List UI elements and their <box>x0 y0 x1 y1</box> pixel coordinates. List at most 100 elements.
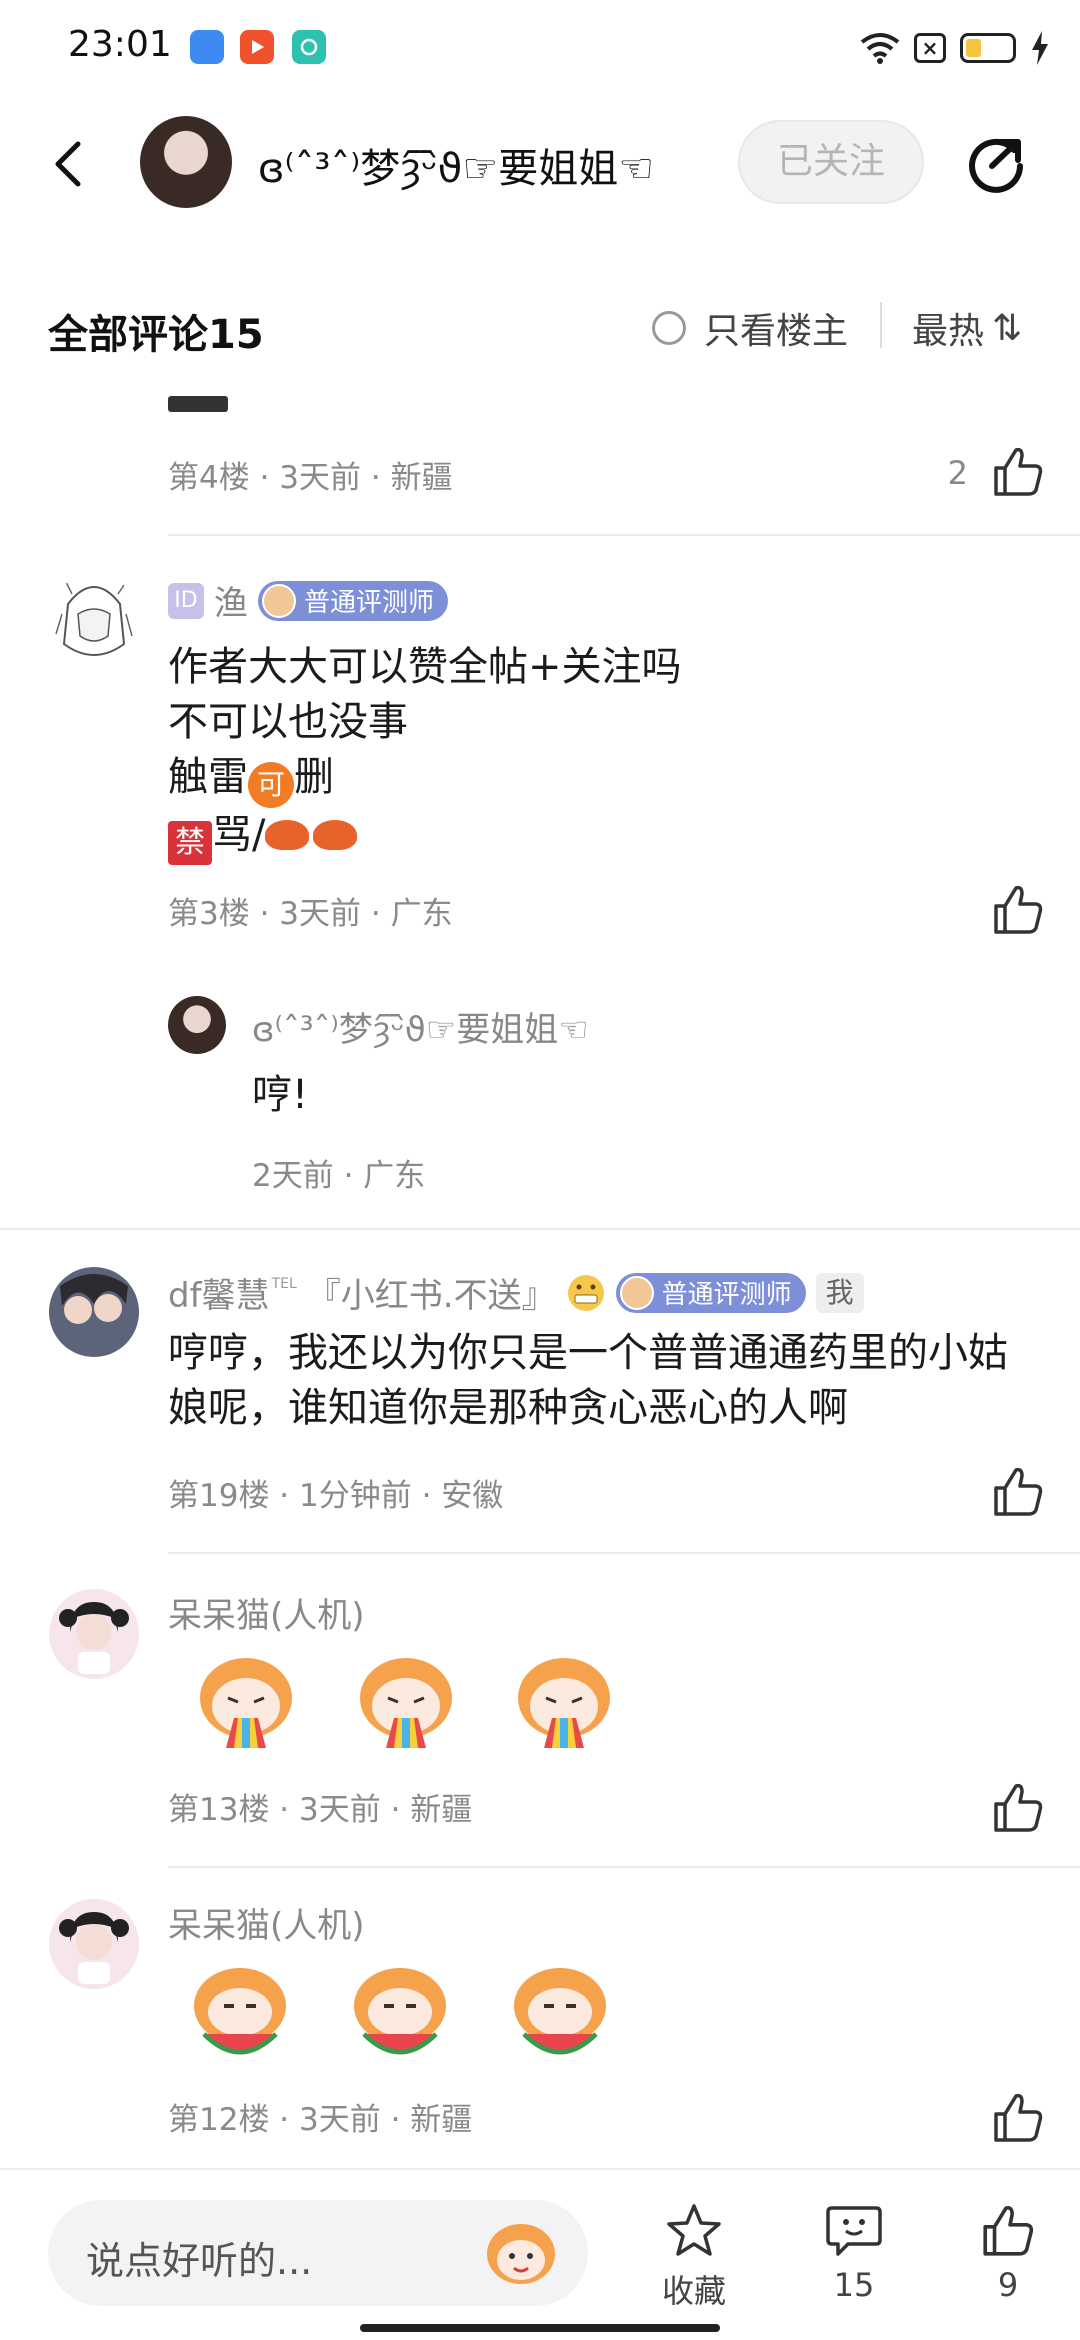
favorite-button[interactable]: 收藏 <box>644 2202 744 2312</box>
crab-emoji-icon <box>313 820 358 850</box>
like-count[interactable]: 9 <box>958 2266 1058 2304</box>
follow-button[interactable]: 已关注 <box>738 120 924 204</box>
comment-text: 触雷 <box>168 754 248 800</box>
battery-icon <box>960 33 1016 63</box>
sort-button[interactable]: 最热 ⇅ <box>912 302 1022 354</box>
comment-text: 骂/ <box>212 812 266 858</box>
user-avatar[interactable] <box>48 574 140 666</box>
comment-meta: 第3楼 · 3天前 · 广东 <box>168 896 453 932</box>
status-indicators: × <box>860 28 1050 68</box>
comment-item: ID 渔 普通评测师 作者大大可以赞全帖+关注吗 不可以也没事 触雷可删 禁骂/… <box>0 560 1080 960</box>
like-count: 2 <box>947 454 968 492</box>
divider <box>168 1866 1080 1868</box>
divider <box>168 1552 1080 1554</box>
sort-icon[interactable]: ⇅ <box>992 308 1022 349</box>
comment-meta: 第4楼 · 3天前 · 新疆 <box>168 460 453 496</box>
divider <box>0 1228 1080 1230</box>
sim-off-icon: × <box>914 33 946 63</box>
comment-meta: 第19楼 · 1分钟前 · 安徽 <box>168 1478 504 1514</box>
user-title: 『小红书.不送』 <box>306 1276 556 1316</box>
comment-line: 作者大大可以赞全帖+关注吗 <box>168 644 682 690</box>
comment-line: 不可以也没事 <box>168 699 408 745</box>
comment-header: df馨慧 TEL 『小红书.不送』 普通评测师 我 <box>168 1268 864 1317</box>
comment-header: 呆呆猫(人机) <box>168 1588 365 1637</box>
comment-header: ɞ⁽ˆ³ˆ⁾梦ȝ᷇ᵕ᷆ϑ☞要姐姐☜ <box>252 1002 589 1051</box>
comment-header: ID 渔 普通评测师 <box>168 576 449 625</box>
id-badge: ID <box>168 582 204 619</box>
comment-header: 呆呆猫(人机) <box>168 1898 365 1947</box>
comment-body: 哼! <box>252 1072 309 1118</box>
video-app-icon <box>240 30 274 64</box>
username[interactable]: 呆呆猫(人机) <box>168 1588 365 1637</box>
thumbs-up-icon[interactable] <box>990 444 1046 500</box>
charging-icon <box>1032 31 1048 65</box>
radio-icon[interactable] <box>652 311 686 345</box>
rainbow-vomit-sticker <box>518 1658 610 1748</box>
status-bar: 23:01 × <box>0 0 1080 96</box>
author-avatar[interactable] <box>140 116 232 208</box>
username[interactable]: ɞ⁽ˆ³ˆ⁾梦ȝ᷇ᵕ᷆ϑ☞要姐姐☜ <box>252 1002 589 1051</box>
user-avatar[interactable] <box>48 1898 140 1990</box>
comment-button[interactable]: 15 <box>804 2202 904 2304</box>
comment-input-placeholder[interactable]: 说点好听的... <box>86 2230 312 2285</box>
username[interactable]: 呆呆猫(人机) <box>168 1898 365 1947</box>
emoji-sticker-icon[interactable] <box>484 2218 558 2288</box>
comment-meta: 第13楼 · 3天前 · 新疆 <box>168 1792 473 1828</box>
wifi-icon <box>860 33 900 64</box>
rainbow-vomit-sticker <box>200 1658 292 1748</box>
app-notification-icon <box>190 30 224 64</box>
user-avatar[interactable] <box>48 1266 140 1358</box>
star-icon[interactable] <box>664 2202 724 2260</box>
comment-item: df馨慧 TEL 『小红书.不送』 普通评测师 我 哼哼，我还以为你只是一个普普… <box>0 1260 1080 1554</box>
op-only-toggle[interactable]: 只看楼主 <box>652 302 848 354</box>
reviewer-badge: 普通评测师 <box>258 580 449 621</box>
reply-item: ɞ⁽ˆ³ˆ⁾梦ȝ᷇ᵕ᷆ϑ☞要姐姐☜ 哼! 2天前 · 广东 <box>0 990 1080 1230</box>
bottom-action-bar: 说点好听的... 收藏 15 9 <box>0 2168 1080 2340</box>
username[interactable]: df馨慧 <box>168 1268 270 1317</box>
user-avatar[interactable] <box>48 1588 140 1680</box>
divider <box>168 534 1080 536</box>
user-avatar[interactable] <box>168 996 226 1054</box>
share-icon[interactable] <box>962 128 1030 196</box>
comment-meta: 第12楼 · 3天前 · 新疆 <box>168 2102 473 2138</box>
chat-app-icon <box>292 30 326 64</box>
cut-off-text <box>168 396 228 412</box>
watermelon-sticker <box>354 1968 446 2055</box>
author-name[interactable]: ɞ⁽ˆ³ˆ⁾梦ȝ᷇ᵕ᷆ϑ☞要姐姐☜ <box>258 136 654 194</box>
thumbs-up-icon[interactable] <box>990 1464 1046 1520</box>
comment-body: 作者大大可以赞全帖+关注吗 不可以也没事 触雷可删 禁骂/ <box>168 640 682 865</box>
comment-line: 触雷可删 <box>168 750 682 808</box>
comment-input[interactable]: 说点好听的... <box>48 2200 588 2306</box>
sort-label[interactable]: 最热 <box>912 302 984 354</box>
badge-label: 普通评测师 <box>304 588 435 618</box>
comments-toolbar: 全部评论15 只看楼主 最热 ⇅ <box>0 290 1080 362</box>
divider <box>880 302 882 348</box>
post-header: ɞ⁽ˆ³ˆ⁾梦ȝ᷇ᵕ᷆ϑ☞要姐姐☜ 已关注 <box>0 96 1080 236</box>
comment-icon[interactable] <box>824 2202 884 2260</box>
badge-label: 普通评测师 <box>661 1280 792 1310</box>
thumbs-up-icon[interactable] <box>990 882 1046 938</box>
op-only-label[interactable]: 只看楼主 <box>704 302 848 354</box>
forbidden-emoji-icon: 禁 <box>168 821 212 865</box>
watermelon-sticker <box>514 1968 606 2055</box>
comment-item: 第4楼 · 3天前 · 新疆 2 <box>0 396 1080 540</box>
back-arrow-icon[interactable] <box>40 134 100 194</box>
tel-mark: TEL <box>271 1275 297 1292</box>
rainbow-vomit-sticker <box>360 1658 452 1748</box>
comment-item: 呆呆猫(人机) 第13楼 · 3天前 · 新疆 <box>0 1584 1080 1874</box>
thumbs-up-icon[interactable] <box>978 2202 1038 2260</box>
favorite-label[interactable]: 收藏 <box>644 2266 744 2312</box>
home-indicator[interactable] <box>360 2324 720 2332</box>
like-button[interactable]: 9 <box>958 2202 1058 2304</box>
status-time: 23:01 <box>68 24 172 65</box>
crab-emoji-icon <box>265 820 310 850</box>
thumbs-up-icon[interactable] <box>990 1780 1046 1836</box>
thumbs-up-icon[interactable] <box>990 2090 1046 2146</box>
comment-line: 禁骂/ <box>168 808 682 865</box>
username[interactable]: 渔 <box>214 576 248 625</box>
comment-count[interactable]: 15 <box>804 2266 904 2304</box>
reviewer-badge: 普通评测师 <box>615 1272 806 1313</box>
badge-avatar-icon <box>619 1275 654 1310</box>
comment-body: 哼哼，我还以为你只是一个普普通通药里的小姑娘呢，谁知道你是那种贪心恶心的人啊 <box>168 1330 1008 1431</box>
badge-avatar-icon <box>262 583 296 618</box>
